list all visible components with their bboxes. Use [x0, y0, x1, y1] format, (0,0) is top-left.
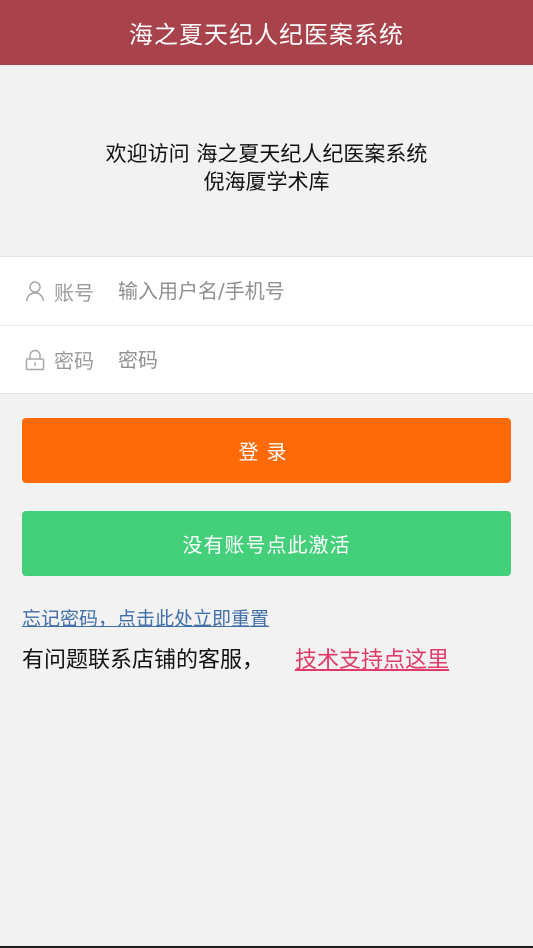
tech-support-link[interactable]: 技术支持点这里: [295, 648, 449, 673]
account-label: 账号: [54, 280, 94, 305]
welcome-message: 欢迎访问 海之夏天纪人纪医案系统 倪海厦学术库: [0, 140, 533, 196]
lock-icon: [24, 349, 46, 371]
contact-text: 有问题联系店铺的客服，: [22, 648, 265, 673]
login-button[interactable]: 登录: [22, 418, 511, 483]
account-input[interactable]: [116, 270, 533, 312]
password-row[interactable]: 密码: [0, 325, 533, 393]
user-icon: [24, 280, 46, 302]
account-row[interactable]: 账号: [0, 257, 533, 325]
contact-support-row: 有问题联系店铺的客服， 技术支持点这里: [22, 642, 449, 674]
forgot-password-link[interactable]: 忘记密码，点击此处立即重置: [22, 604, 269, 631]
password-label: 密码: [54, 349, 94, 373]
welcome-line: 欢迎访问 海之夏天纪人纪医案系统: [105, 142, 428, 166]
password-input[interactable]: [116, 338, 533, 381]
library-name: 倪海厦学术库: [203, 170, 330, 194]
page-title: 海之夏天纪人纪医案系统: [129, 21, 404, 49]
login-button-label: 登录: [238, 440, 295, 464]
activate-button-label: 没有账号点此激活: [182, 533, 351, 557]
login-form: 账号 密码: [0, 256, 533, 394]
activate-account-button[interactable]: 没有账号点此激活: [22, 511, 511, 576]
app-header: 海之夏天纪人纪医案系统: [0, 0, 533, 65]
